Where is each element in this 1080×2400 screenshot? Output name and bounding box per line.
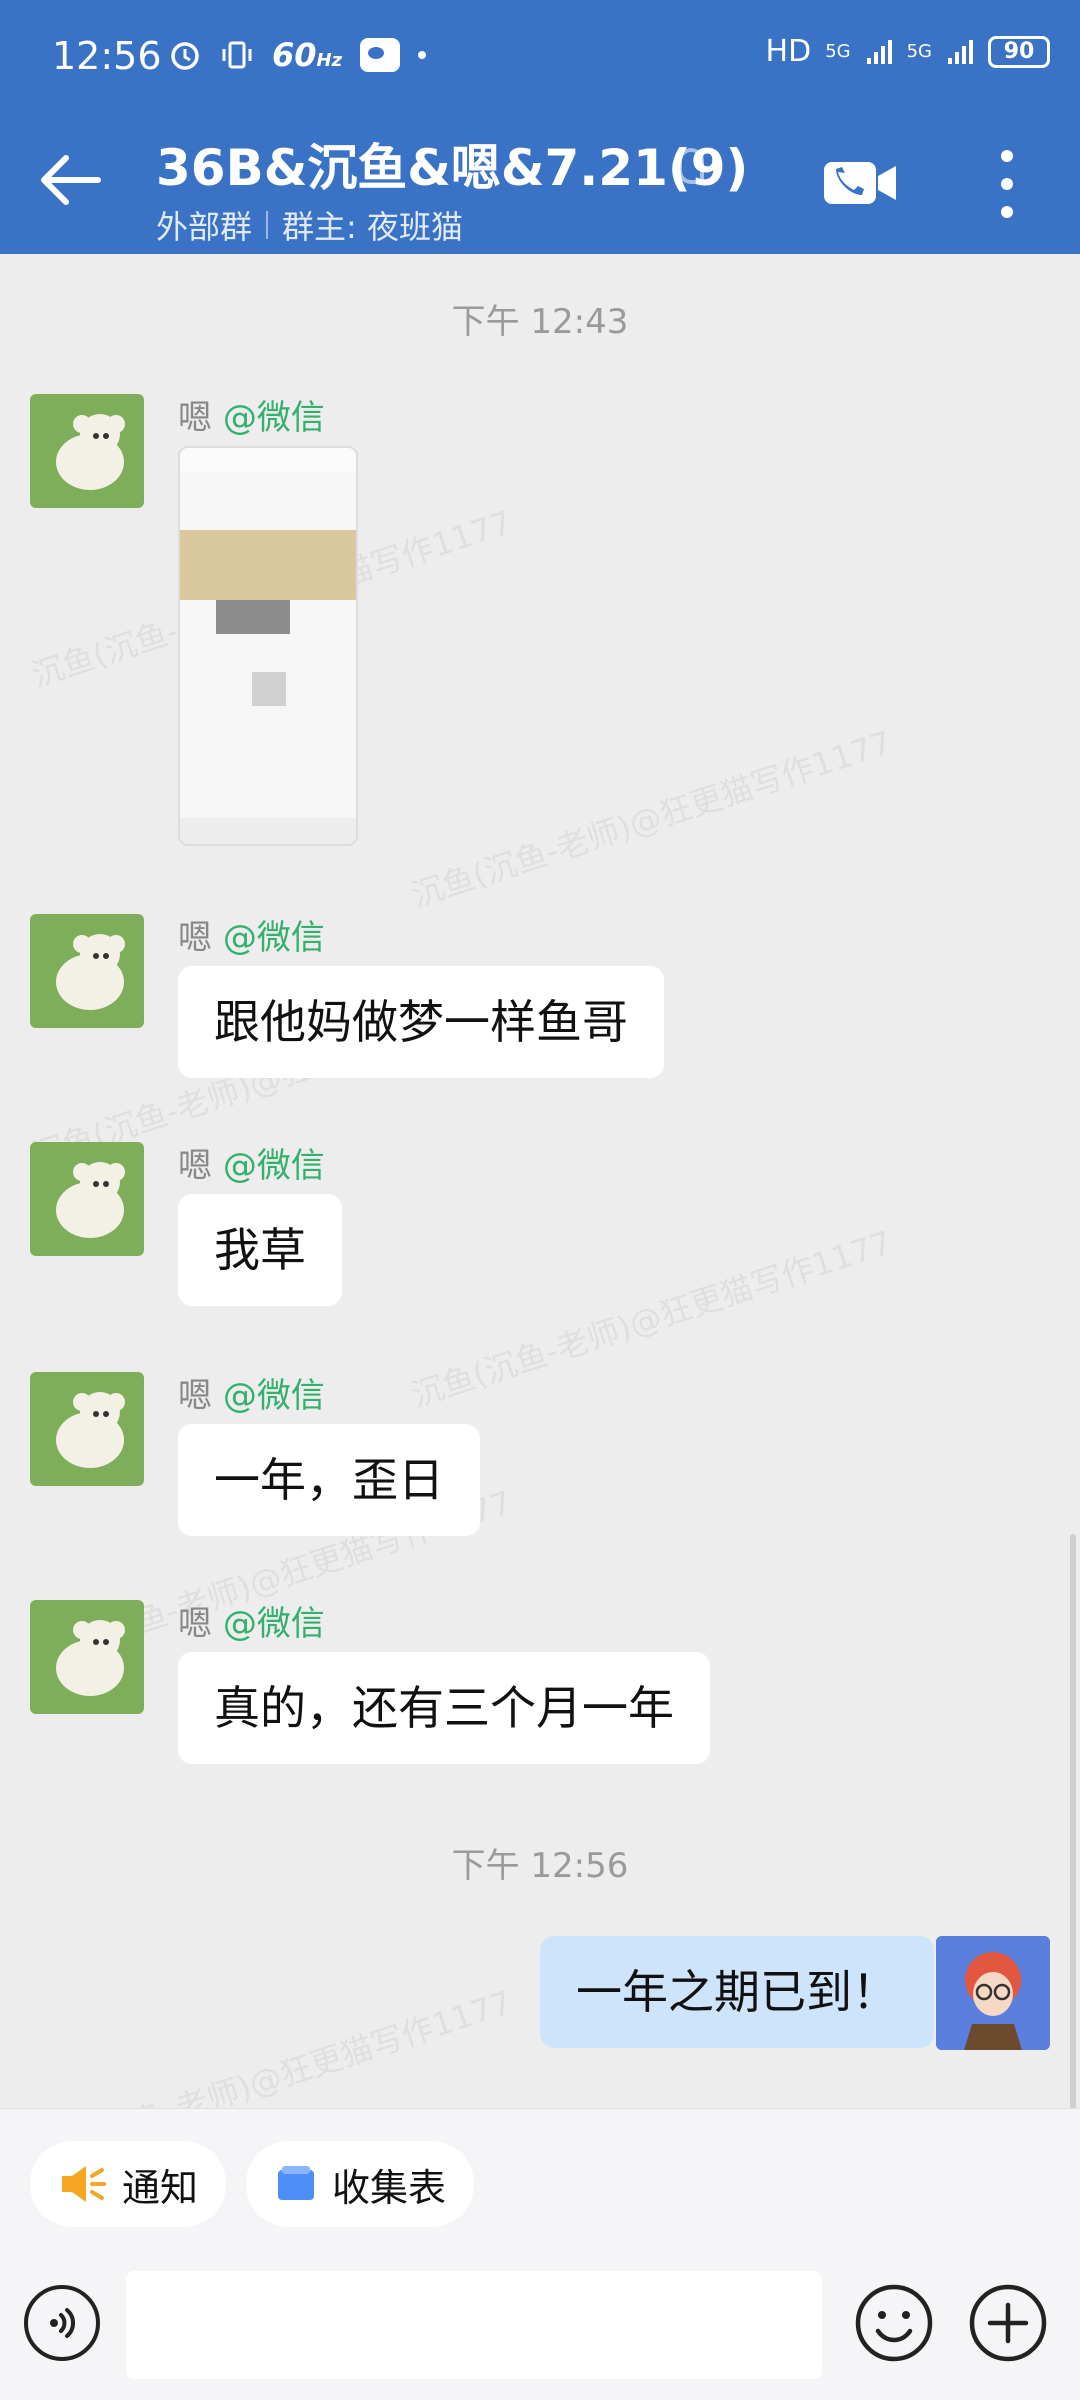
notice-label: 通知 (122, 2165, 199, 2210)
form-shortcut-button[interactable]: 收集表 (246, 2141, 475, 2227)
earpiece-mode-icon (678, 148, 704, 184)
avatar[interactable] (30, 914, 144, 1028)
image-message-thumbnail[interactable] (178, 446, 358, 846)
hd-label: HD (765, 34, 812, 69)
message-input[interactable] (126, 2271, 822, 2379)
message-bubble[interactable]: 一年，歪日 (178, 1424, 480, 1536)
plus-icon[interactable] (968, 2283, 1048, 2363)
group-title[interactable]: 36B&沉鱼&嗯&7.21(9) (156, 128, 748, 200)
group-owner-label: 群主: 夜班猫 (282, 208, 463, 246)
signal-icon (948, 39, 973, 64)
chat-screen: 12:56 60Hz HD 5G 5G 90 36B&沉鱼&嗯&7.21(9) … (0, 0, 1080, 2400)
vibrate-icon (222, 41, 252, 69)
battery-icon: 90 (988, 35, 1050, 68)
avatar[interactable] (30, 394, 144, 508)
megaphone-icon (62, 2166, 106, 2202)
my-avatar[interactable] (936, 1936, 1050, 2050)
avatar[interactable] (30, 1600, 144, 1714)
group-type-label: 外部群 (156, 208, 253, 246)
status-right: HD 5G 5G 90 (766, 34, 1050, 69)
avatar[interactable] (30, 1372, 144, 1486)
status-time: 12:56 (52, 34, 162, 78)
more-options-button[interactable] (992, 150, 1022, 218)
group-subtitle: 外部群 群主: 夜班猫 (156, 202, 463, 248)
bottom-panel: 通知 收集表 (0, 2108, 1080, 2400)
message-list[interactable]: 沉鱼(沉鱼-老师)@狂更猫写作1177 沉鱼(沉鱼-老师)@狂更猫写作1177 … (0, 254, 1080, 2354)
sender-name: 嗯 @微信 (178, 918, 325, 958)
message-bubble[interactable]: 跟他妈做梦一样鱼哥 (178, 966, 664, 1078)
watermark: 沉鱼(沉鱼-老师)@狂更猫写作1177 (407, 723, 897, 915)
watermark: 沉鱼(沉鱼-老师)@狂更猫写作1177 (407, 1223, 897, 1415)
more-notifications-dot (418, 51, 427, 59)
alarm-icon (171, 42, 199, 70)
notice-shortcut-button[interactable]: 通知 (30, 2141, 227, 2227)
message-bubble[interactable]: 真的，还有三个月一年 (178, 1652, 710, 1764)
sender-name: 嗯 @微信 (178, 1604, 325, 1644)
emoji-icon[interactable] (854, 2283, 934, 2363)
signal-1-label: 5G (825, 41, 851, 62)
back-arrow-icon[interactable] (38, 152, 102, 208)
input-row (0, 2259, 1080, 2379)
time-separator: 下午 12:56 (451, 1846, 629, 1886)
sender-name: 嗯 @微信 (178, 1376, 325, 1416)
status-bar: 12:56 60Hz HD 5G 5G 90 (0, 0, 1080, 110)
my-message-bubble[interactable]: 一年之期已到！ (540, 1936, 934, 2048)
form-label: 收集表 (332, 2165, 447, 2210)
wechat-notification-icon (360, 38, 401, 72)
status-icons: 60Hz (168, 30, 427, 80)
signal-icon (866, 39, 892, 64)
voice-icon (50, 2308, 75, 2338)
sender-name: 嗯 @微信 (178, 398, 325, 438)
form-icon (278, 2166, 314, 2200)
sender-name: 嗯 @微信 (178, 1146, 325, 1186)
refresh-rate: 60Hz (272, 36, 343, 74)
message-bubble[interactable]: 我草 (178, 1194, 342, 1306)
voice-input-button[interactable] (24, 2285, 100, 2361)
video-call-icon[interactable] (822, 158, 898, 208)
signal-2-label: 5G (906, 41, 932, 62)
top-bar: 12:56 60Hz HD 5G 5G 90 36B&沉鱼&嗯&7.21(9) … (0, 0, 1080, 254)
divider (266, 211, 269, 239)
avatar[interactable] (30, 1142, 144, 1256)
time-separator: 下午 12:43 (451, 302, 629, 342)
